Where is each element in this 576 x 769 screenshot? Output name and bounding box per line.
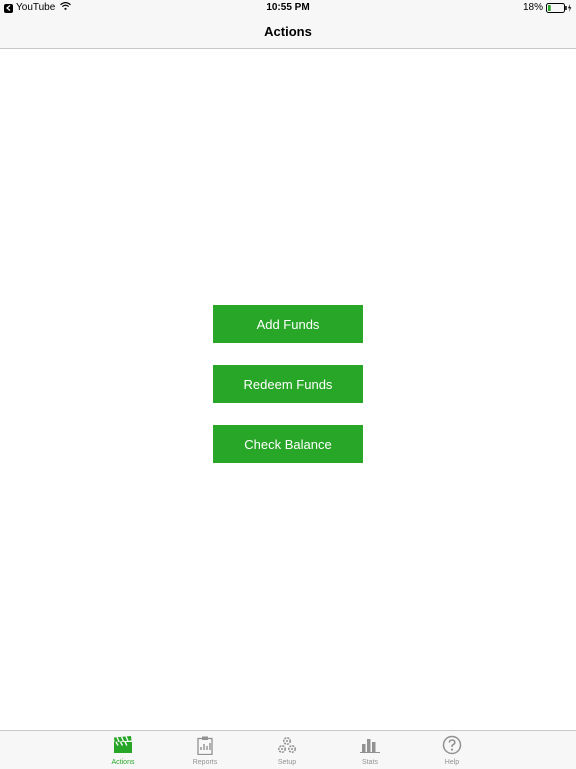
bar-chart-icon	[360, 735, 380, 755]
tab-setup[interactable]: Setup	[257, 731, 317, 769]
tab-help-label: Help	[444, 759, 460, 766]
page-title: Actions	[264, 24, 312, 39]
gears-icon	[277, 735, 297, 755]
navigation-bar: Actions	[0, 16, 576, 49]
battery-icon	[546, 3, 572, 13]
tab-stats-label: Stats	[362, 759, 378, 766]
tab-actions[interactable]: Actions	[93, 731, 153, 769]
status-time: 10:55 PM	[266, 2, 310, 13]
check-balance-button[interactable]: Check Balance	[213, 425, 363, 463]
tab-reports[interactable]: Reports	[175, 731, 235, 769]
question-circle-icon	[442, 735, 462, 755]
redeem-funds-button[interactable]: Redeem Funds	[213, 365, 363, 403]
tab-setup-label: Setup	[277, 759, 297, 766]
tab-reports-label: Reports	[192, 759, 218, 766]
tab-actions-label: Actions	[111, 759, 135, 766]
tab-bar: Actions Reports Setup Stats Help	[0, 730, 576, 769]
tab-stats[interactable]: Stats	[340, 731, 400, 769]
clapperboard-icon	[113, 735, 133, 755]
battery-percent: 18%	[522, 2, 543, 13]
clipboard-icon	[197, 735, 213, 755]
tab-help[interactable]: Help	[422, 731, 482, 769]
add-funds-button[interactable]: Add Funds	[213, 305, 363, 343]
status-bar: YouTube 10:55 PM 18%	[0, 0, 576, 16]
